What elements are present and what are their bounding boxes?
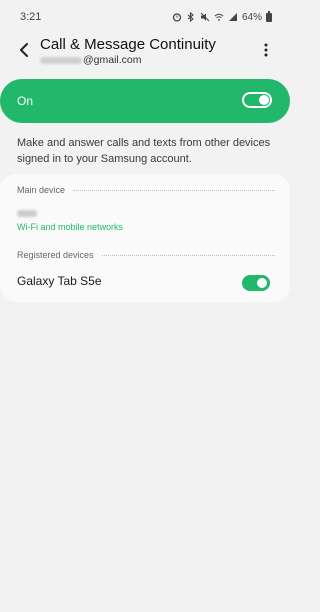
battery-percent: 64% [241,11,262,23]
main-device-header: Main device [17,185,275,195]
toggle-knob [259,95,269,105]
status-bar: 3:21 64% [0,0,290,34]
email-suffix: @gmail.com [83,54,142,66]
battery-icon [266,10,272,22]
alarm-icon [172,12,182,22]
registered-devices-header: Registered devices [17,250,275,260]
main-device-label: Main device [17,185,66,195]
bluetooth-icon [186,12,196,22]
feature-description: Make and answer calls and texts from oth… [17,137,271,165]
master-switch-label: On [17,94,34,108]
section-divider [101,254,275,256]
main-device-connection: Wi-Fi and mobile networks [17,222,124,232]
registered-device-toggle[interactable] [242,275,270,291]
master-switch-toggle[interactable] [242,92,272,108]
wifi-icon [214,12,224,22]
page-title: Call & Message Continuity [40,36,216,53]
signal-icon [228,12,238,22]
master-switch-bar[interactable]: On [0,79,290,123]
back-arrow-icon[interactable] [12,38,36,62]
mute-icon [200,12,210,22]
devices-card: Main device Wi-Fi and mobile networks Re… [0,174,290,302]
account-email: @gmail.com [40,54,142,66]
toggle-knob [257,278,267,288]
app-header: Call & Message Continuity @gmail.com [0,34,290,74]
registered-device-name[interactable]: Galaxy Tab S5e [17,274,102,288]
status-icons: 64% [172,10,272,23]
status-time: 3:21 [20,11,42,23]
main-device-name-redacted [17,210,37,217]
registered-devices-label: Registered devices [17,250,94,260]
section-divider [73,189,275,191]
more-options-icon[interactable] [256,40,276,60]
email-redacted [40,56,82,64]
